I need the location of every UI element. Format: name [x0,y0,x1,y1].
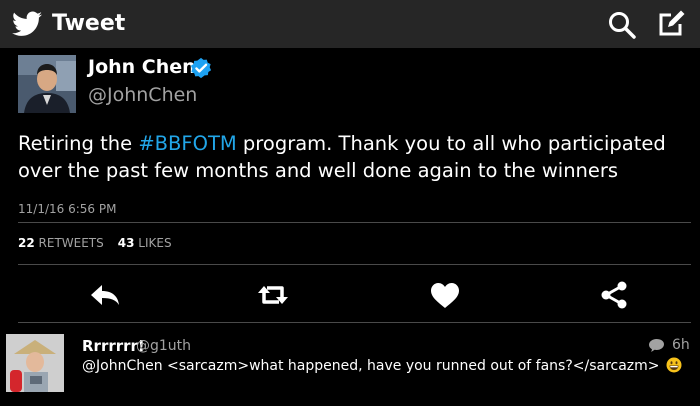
author-name[interactable]: John Chen [88,56,196,78]
verified-badge-icon [190,57,212,79]
likes-stat[interactable]: 43 LIKES [118,236,172,250]
tweet-timestamp: 11/1/16 6:56 PM [18,202,117,216]
likes-label: LIKES [138,236,172,250]
author-avatar[interactable] [18,55,76,113]
retweet-icon[interactable] [256,280,290,310]
twitter-bird-icon [12,11,42,36]
retweets-label: RETWEETS [38,236,104,250]
reply-avatar[interactable] [6,334,64,392]
reply-icon[interactable] [88,280,122,310]
tweet-stats: 22 RETWEETS 43 LIKES [18,236,172,250]
grinning-face-emoji [666,357,682,373]
divider [18,264,691,265]
divider [18,322,691,323]
hashtag-link[interactable]: #BBFOTM [138,132,236,155]
tweet-text-start: Retiring the [18,132,139,155]
top-bar: Tweet [0,0,700,48]
divider [18,222,691,223]
reply-bubble-icon [649,339,664,352]
reply-time: 6h [672,337,690,353]
share-icon[interactable] [597,280,631,310]
author-handle[interactable]: @JohnChen [88,84,197,106]
retweets-stat[interactable]: 22 RETWEETS [18,236,104,250]
likes-count: 43 [117,236,135,250]
page-title: Tweet [52,11,126,36]
like-icon[interactable] [428,280,462,310]
reply-user-photo [6,334,64,392]
retweets-count: 22 [18,236,35,250]
tweet-text: Retiring the #BBFOTM program. Thank you … [18,130,688,184]
compose-icon[interactable] [655,8,687,40]
reply-author-handle[interactable]: @g1uth [136,338,191,354]
author-photo [18,55,76,113]
reply-text-body: @JohnChen <sarcazm>what happened, have y… [82,358,660,374]
search-icon[interactable] [606,9,638,41]
reply-text: @JohnChen <sarcazm>what happened, have y… [82,357,682,374]
